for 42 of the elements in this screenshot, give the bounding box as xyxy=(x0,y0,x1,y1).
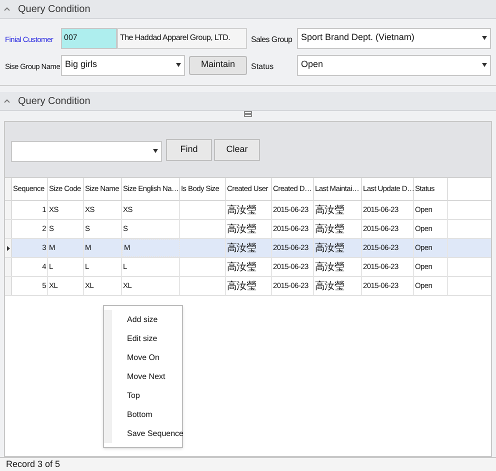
table-cell: 高汝瑩 xyxy=(226,277,272,295)
menu-item[interactable]: Move On xyxy=(104,348,182,367)
field-label: Sales Group xyxy=(251,35,292,44)
section-title: Query Condition xyxy=(18,94,90,108)
menu-item[interactable]: Edit size xyxy=(104,329,182,348)
field-label: Status xyxy=(251,62,274,71)
menu-item[interactable]: Move Next xyxy=(104,367,182,386)
search-dropdown[interactable] xyxy=(11,140,162,162)
menu-item[interactable]: Top xyxy=(104,386,182,405)
table-cell: 高汝瑩 xyxy=(314,258,362,276)
menu-item[interactable]: Save Sequence xyxy=(104,424,182,443)
table-cell: 高汝瑩 xyxy=(314,239,362,257)
section-header[interactable]: Query Condition xyxy=(0,0,496,19)
section-header[interactable]: Query Condition xyxy=(0,92,496,111)
status-dropdown[interactable]: Open xyxy=(297,54,491,76)
record-count-text: Record 3 of 5 xyxy=(6,458,60,471)
dropdown-caret-icon xyxy=(482,36,487,40)
table-cell: 高汝瑩 xyxy=(314,277,362,295)
customer-name-field: The Haddad Apparel Group, LTD. xyxy=(117,28,247,48)
customer-code-field[interactable]: 007 xyxy=(61,28,117,48)
maintain-button[interactable]: Maintain xyxy=(189,56,247,74)
table-cell: 高汝瑩 xyxy=(314,220,362,238)
dropdown-caret-icon xyxy=(482,63,487,67)
row-header[interactable] xyxy=(5,239,12,257)
sales-group-dropdown[interactable]: Sport Brand Dept. (Vietnam) xyxy=(297,28,491,48)
table-cell: 高汝瑩 xyxy=(226,220,272,238)
collapse-chevron-icon[interactable] xyxy=(4,99,10,103)
table-cell: 高汝瑩 xyxy=(314,201,362,219)
find-button[interactable]: Find xyxy=(166,138,212,160)
table-cell: 高汝瑩 xyxy=(226,201,272,219)
clear-button[interactable]: Clear xyxy=(214,138,260,160)
size-group-dropdown[interactable]: Big girls xyxy=(61,54,185,76)
table-cell: 高汝瑩 xyxy=(226,239,272,257)
row-pointer-icon xyxy=(6,246,10,250)
section-title: Query Condition xyxy=(18,2,90,16)
table-cell: 高汝瑩 xyxy=(226,258,272,276)
dropdown-caret-icon xyxy=(176,63,181,67)
splitter-grip-icon[interactable] xyxy=(244,111,252,117)
dropdown-caret-icon xyxy=(153,149,158,153)
collapse-chevron-icon[interactable] xyxy=(4,7,10,11)
menu-item[interactable]: Bottom xyxy=(104,405,182,424)
menu-item[interactable]: Add size xyxy=(104,310,182,329)
